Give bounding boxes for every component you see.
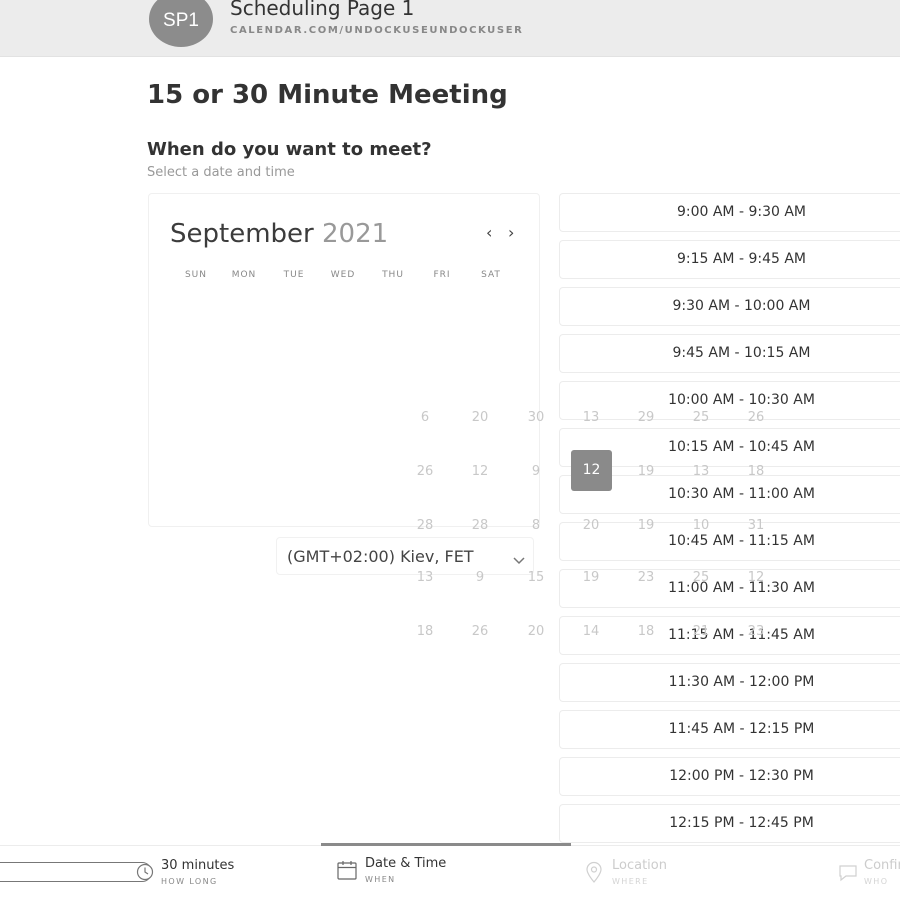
calendar-day[interactable]: 28	[410, 518, 440, 533]
weekday-tue: TUE	[283, 270, 305, 280]
calendar-day[interactable]: 25	[686, 570, 716, 585]
weekday-sat: SAT	[481, 270, 501, 280]
calendar-day[interactable]: 19	[576, 570, 606, 585]
time-slot[interactable]: 11:30 AM - 12:00 PM	[559, 663, 900, 702]
scheduling-page: SP1 Scheduling Page 1 CALENDAR.COM/UNDOC…	[0, 0, 900, 900]
calendar-day[interactable]: 18	[631, 624, 661, 639]
calendar-day[interactable]: 26	[410, 464, 440, 479]
calendar-day[interactable]: 30	[521, 410, 551, 425]
calendar-day[interactable]: 8	[521, 518, 551, 533]
weekday-thu: THU	[382, 270, 404, 280]
calendar-icon	[337, 860, 357, 884]
calendar-day[interactable]: 26	[465, 624, 495, 639]
weekday-sun: SUN	[184, 270, 208, 280]
time-slot[interactable]: 11:45 AM - 12:15 PM	[559, 710, 900, 749]
calendar-day[interactable]: 9	[465, 570, 495, 585]
calendar-day[interactable]: 20	[576, 518, 606, 533]
clock-icon	[136, 863, 154, 885]
time-slot[interactable]: 9:15 AM - 9:45 AM	[559, 240, 900, 279]
step-location-label: Location	[612, 858, 667, 873]
prev-month-button[interactable]: ‹	[486, 223, 492, 242]
duration-pill	[0, 862, 152, 882]
calendar-day[interactable]: 20	[521, 624, 551, 639]
avatar: SP1	[149, 0, 213, 47]
time-slot[interactable]: 12:00 PM - 12:30 PM	[559, 757, 900, 796]
calendar-day[interactable]: 23	[741, 624, 771, 639]
calendar-day[interactable]: 10	[686, 518, 716, 533]
time-slot[interactable]: 9:45 AM - 10:15 AM	[559, 334, 900, 373]
weekday-wed: WED	[330, 270, 356, 280]
time-slot[interactable]: 9:00 AM - 9:30 AM	[559, 193, 900, 232]
meeting-title: 15 or 30 Minute Meeting	[147, 80, 508, 110]
timezone-value: (GMT+02:00) Kiev, FET	[287, 547, 474, 566]
step-duration-sub: HOW LONG	[161, 877, 218, 886]
calendar-day-selected[interactable]: 12	[571, 450, 612, 491]
weekday-fri: FRI	[433, 270, 451, 280]
calendar-day[interactable]: 18	[741, 464, 771, 479]
calendar-day[interactable]: 13	[686, 464, 716, 479]
calendar-day[interactable]: 21	[686, 624, 716, 639]
calendar-day[interactable]: 29	[631, 410, 661, 425]
step-location-sub: WHERE	[612, 877, 649, 886]
calendar-day[interactable]: 13	[576, 410, 606, 425]
calendar-day[interactable]: 28	[465, 518, 495, 533]
calendar-day[interactable]: 26	[741, 410, 771, 425]
calendar-day[interactable]: 20	[465, 410, 495, 425]
calendar-day[interactable]: 13	[410, 570, 440, 585]
location-pin-icon	[585, 861, 603, 887]
calendar-day[interactable]: 6	[410, 410, 440, 425]
calendar-day[interactable]: 23	[631, 570, 661, 585]
calendar-day[interactable]: 25	[686, 410, 716, 425]
calendar-day[interactable]: 12	[741, 570, 771, 585]
calendar-month-year: September 2021	[170, 219, 388, 249]
step-confirm-sub: WHO	[864, 877, 889, 886]
page-header: SP1 Scheduling Page 1 CALENDAR.COM/UNDOC…	[0, 0, 900, 57]
chat-icon	[838, 864, 858, 886]
scheduling-page-title: Scheduling Page 1	[230, 0, 415, 20]
calendar-day[interactable]: 31	[741, 518, 771, 533]
active-step-indicator	[321, 843, 571, 846]
calendar-day[interactable]: 14	[576, 624, 606, 639]
calendar-day[interactable]: 15	[521, 570, 551, 585]
time-slot[interactable]: 10:45 AM - 11:15 AM	[559, 522, 900, 561]
time-slot[interactable]: 10:00 AM - 10:30 AM	[559, 381, 900, 420]
select-date-hint: Select a date and time	[147, 165, 295, 180]
calendar-day[interactable]: 9	[521, 464, 551, 479]
time-slot[interactable]: 11:00 AM - 11:30 AM	[559, 569, 900, 608]
calendar-day[interactable]: 12	[465, 464, 495, 479]
calendar-year: 2021	[321, 219, 389, 249]
chevron-down-icon	[513, 550, 525, 569]
scheduling-page-url: CALENDAR.COM/UNDOCKUSEUNDOCKUSER	[230, 25, 524, 36]
time-slot[interactable]: 12:15 PM - 12:45 PM	[559, 804, 900, 843]
calendar-day[interactable]: 18	[410, 624, 440, 639]
calendar-day[interactable]: 19	[631, 518, 661, 533]
time-slot[interactable]: 11:15 AM - 11:45 AM	[559, 616, 900, 655]
step-date-time-sub: WHEN	[365, 875, 396, 884]
timezone-select[interactable]: (GMT+02:00) Kiev, FET	[276, 537, 534, 575]
step-confirm-label: Confirm	[864, 858, 900, 873]
calendar-month: September	[170, 219, 314, 249]
booking-steps-bar: 30 minutes HOW LONG Date & Time WHEN Loc…	[0, 843, 900, 900]
when-question: When do you want to meet?	[147, 139, 432, 160]
step-duration-label: 30 minutes	[161, 858, 235, 873]
next-month-button[interactable]: ›	[508, 223, 514, 242]
time-slot[interactable]: 9:30 AM - 10:00 AM	[559, 287, 900, 326]
weekday-mon: MON	[231, 270, 257, 280]
step-date-time-label: Date & Time	[365, 856, 447, 871]
calendar-day[interactable]: 19	[631, 464, 661, 479]
